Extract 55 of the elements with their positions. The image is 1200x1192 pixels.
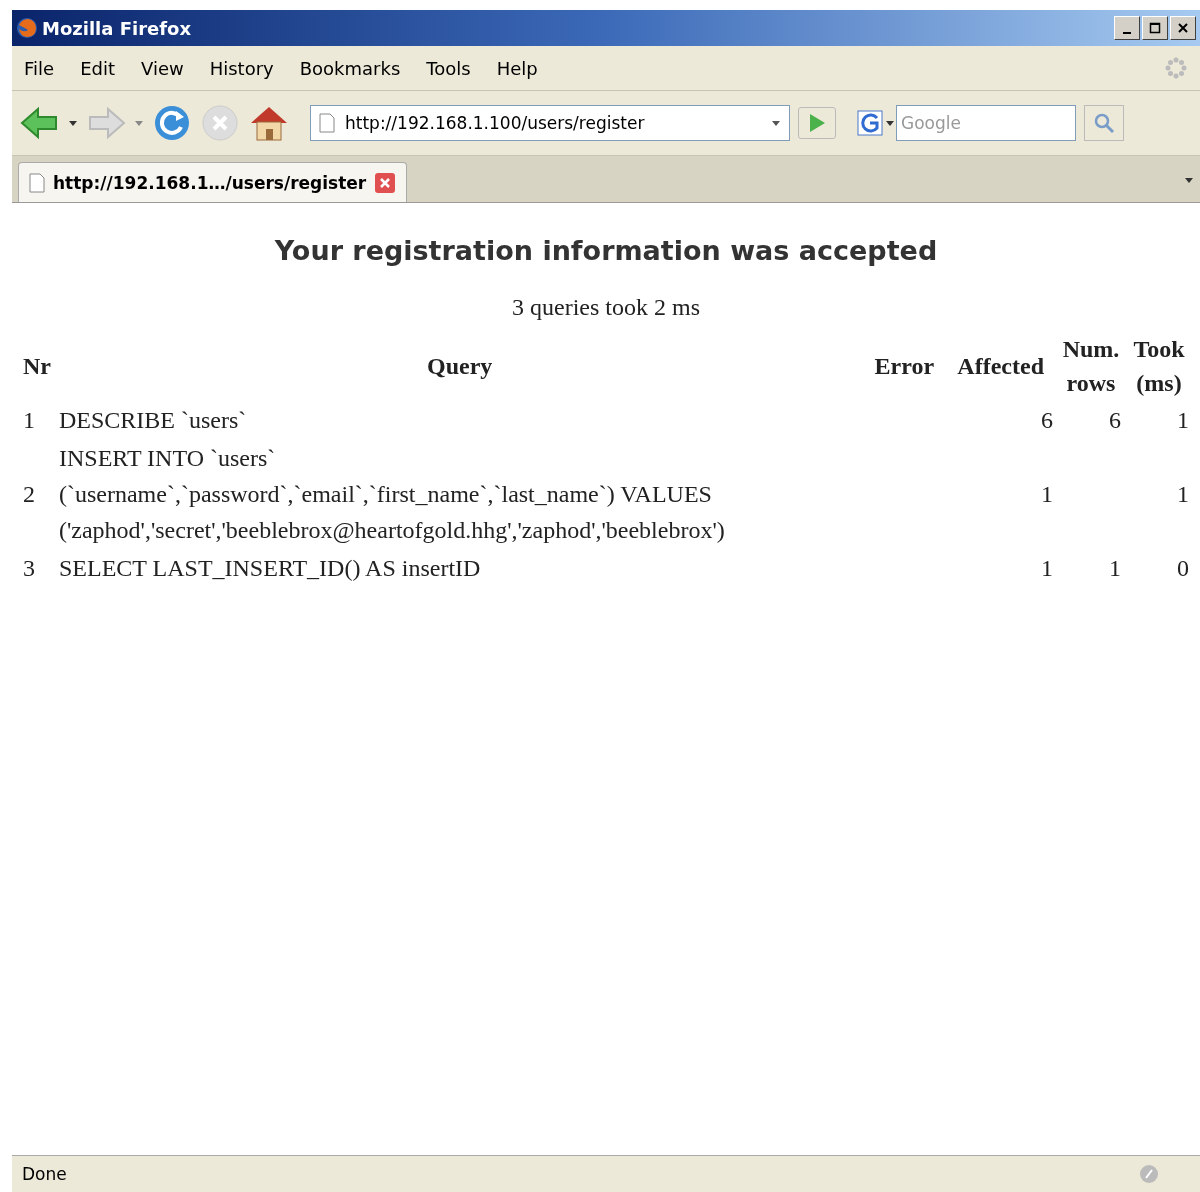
table-cell-text: 3 [22,554,36,583]
menu-item[interactable]: Bookmarks [299,57,401,79]
table-cell: 6 [1041,407,1053,433]
table-cell-text: 2 [22,480,36,509]
search-icon [1092,111,1116,135]
reload-icon[interactable] [152,103,192,143]
menu-item[interactable]: Help [496,57,538,79]
maximize-icon [1149,22,1161,34]
table-cell: 1 [1109,555,1121,581]
throbber-icon [1164,56,1188,80]
page-heading: Your registration information was accepted [273,235,939,266]
search-engine-icon[interactable] [856,109,896,137]
minimize-icon [1123,31,1131,34]
table-cell: 1 [1041,555,1053,581]
browser-tab[interactable]: http://192.168.1…/users/register [18,162,408,202]
close-button[interactable] [1170,16,1196,40]
menu-item[interactable]: History [209,57,274,79]
close-tab-icon[interactable] [374,171,397,194]
status-text: Done [22,1164,67,1184]
address-field[interactable]: http://192.168.1.100/users/register [310,105,790,141]
maximize-button[interactable] [1142,16,1168,40]
dropdown-arrow-icon[interactable] [771,119,781,127]
query-summary: 3 queries took 2 ms [511,294,701,321]
play-icon [807,112,827,134]
table-cell: 1 [1177,407,1189,433]
table-cell: 6 [1109,407,1121,433]
column-header: Num. rows [1061,335,1121,398]
security-icon [1138,1163,1160,1185]
table-cell: 0 [1177,555,1189,581]
column-header: Error [873,352,936,381]
menu-item[interactable]: File [24,57,55,79]
column-header: Took (ms) [1132,335,1186,398]
search-field[interactable]: Google [896,105,1076,141]
column-header: Affected [956,352,1045,381]
window-title: Mozilla Firefox [42,17,192,39]
search-button[interactable] [1084,105,1124,141]
table-cell: 1 [1041,481,1053,507]
page-icon [29,172,45,193]
query-text: SELECT LAST_INSERT_ID() AS insertID [59,555,481,581]
minimize-button[interactable] [1114,16,1140,40]
table-cell-text: 1 [22,406,36,435]
table-cell: 1 [1177,481,1189,507]
column-header: Query [426,352,494,381]
menu-item[interactable]: Edit [80,57,115,79]
tab-list-arrow-icon[interactable] [1184,176,1194,184]
close-icon [1177,22,1189,34]
column-header: Nr [22,352,52,381]
menu-item[interactable]: View [141,57,184,79]
browser-logo-icon [16,17,38,39]
menu-item[interactable]: Tools [426,57,471,79]
page-icon [319,113,335,133]
dropdown-arrow-icon[interactable] [68,119,78,127]
query-text: INSERT INTO `users` (`username`,`password`,`email`,`first_name`,`last_name`) VALUES ('zaphod','secret','beeblebrox@heartofgold.hhg','zaphod','beeblebrox') [59,445,725,543]
query-text: DESCRIBE `users` [59,407,247,433]
back-arrow-icon[interactable] [20,105,60,141]
